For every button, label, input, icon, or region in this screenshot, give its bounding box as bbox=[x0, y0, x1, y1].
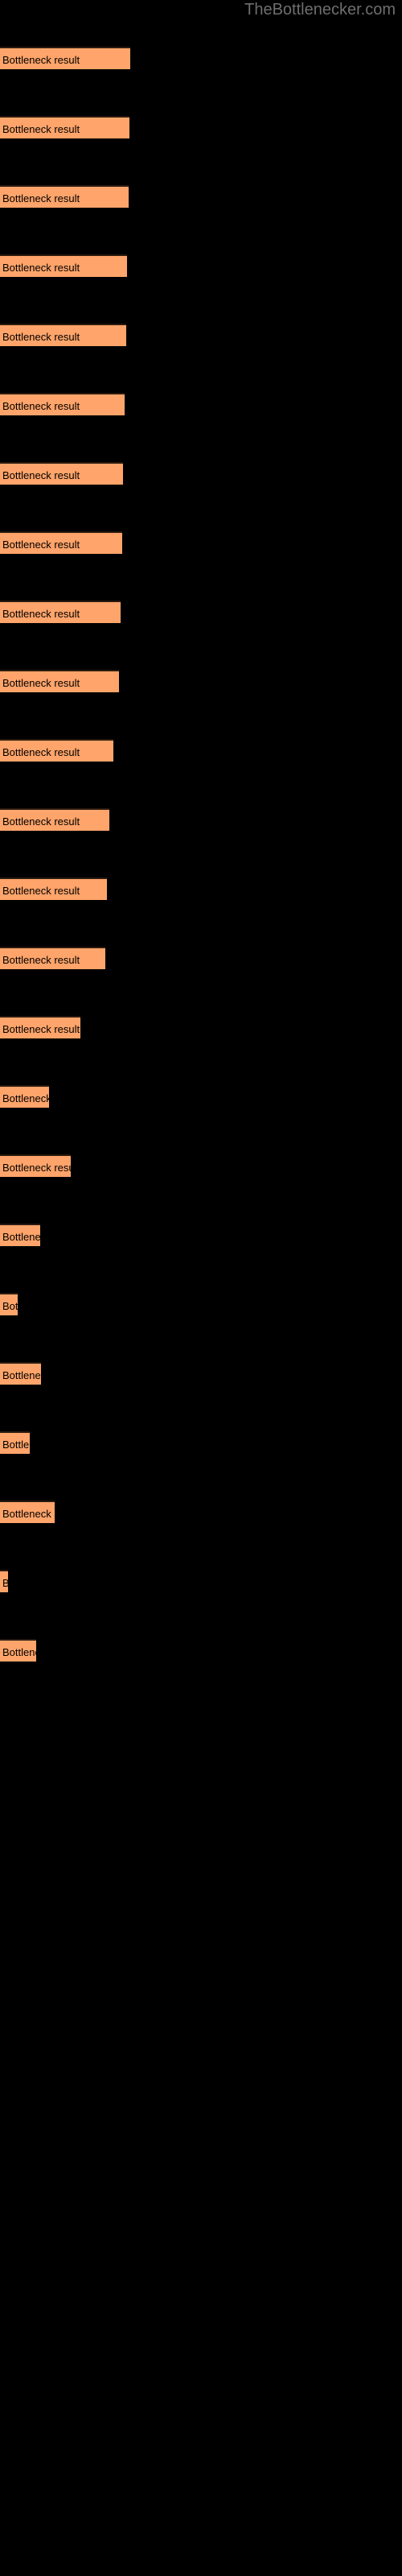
bar-clip: Bottleneck result bbox=[0, 1362, 41, 1385]
bar-row: Bottleneck result bbox=[0, 185, 402, 208]
bar-clip: Bottleneck result bbox=[0, 1501, 55, 1523]
bar-label: Bottleneck result bbox=[2, 331, 80, 343]
bar-24[interactable]: Bottleneck result bbox=[0, 1639, 36, 1662]
bottleneck-bar-chart: Bottleneck result Bottleneck result Bottle… bbox=[0, 0, 402, 2576]
bar-21[interactable]: Bottleneck result bbox=[0, 1431, 30, 1454]
bar-row: Bottleneck result bbox=[0, 1639, 402, 1662]
bar-row: Bottleneck result bbox=[0, 1362, 402, 1385]
bar-row: Bottleneck result bbox=[0, 324, 402, 346]
bar-5[interactable]: Bottleneck result bbox=[0, 324, 126, 346]
bar-clip: Bottleneck result bbox=[0, 462, 123, 485]
bar-row: Bottleneck result bbox=[0, 1154, 402, 1177]
bar-clip: Bottleneck result bbox=[0, 1293, 18, 1315]
bar-clip: Bottleneck result bbox=[0, 116, 129, 138]
bar-row: Bottleneck result bbox=[0, 531, 402, 554]
bar-label: Bottleneck result bbox=[2, 539, 80, 551]
bar-row: Bottleneck result bbox=[0, 47, 402, 69]
bar-row: Bottleneck result bbox=[0, 601, 402, 623]
bar-label: Bottleneck result bbox=[2, 1162, 71, 1174]
bar-row: Bottleneck result bbox=[0, 947, 402, 969]
bar-1[interactable]: Bottleneck result bbox=[0, 47, 130, 69]
bar-clip: Bottleneck result bbox=[0, 947, 105, 969]
bar-label: Bottleneck result bbox=[2, 400, 80, 412]
bar-row: Bottleneck result bbox=[0, 877, 402, 900]
bar-3[interactable]: Bottleneck result bbox=[0, 185, 129, 208]
bar-row: Bottleneck result bbox=[0, 1224, 402, 1246]
bar-row: Bottleneck result bbox=[0, 116, 402, 138]
bar-row: Bottleneck result bbox=[0, 462, 402, 485]
bar-clip: Bottleneck result bbox=[0, 808, 109, 831]
bar-clip: Bottleneck result bbox=[0, 1085, 49, 1108]
bar-clip: Bottleneck result bbox=[0, 1224, 40, 1246]
bar-clip: Bottleneck result bbox=[0, 185, 129, 208]
bar-clip: Bottleneck result bbox=[0, 1154, 71, 1177]
bar-clip: Bottleneck result bbox=[0, 47, 130, 69]
bar-label: Bottleneck result bbox=[2, 1369, 41, 1381]
bar-row: Bottleneck result bbox=[0, 393, 402, 415]
bar-row: Bottleneck result bbox=[0, 739, 402, 762]
bar-label: Bottleneck result bbox=[2, 192, 80, 204]
bar-clip: Bottleneck result bbox=[0, 877, 107, 900]
bar-clip: Bottleneck result bbox=[0, 324, 126, 346]
bar-label: Bottleneck result bbox=[2, 1439, 30, 1451]
bar-clip: Bottleneck result bbox=[0, 670, 119, 692]
bar-label: Bottleneck result bbox=[2, 54, 80, 66]
bar-15[interactable]: Bottleneck result bbox=[0, 1016, 80, 1038]
bar-label: Bottleneck result bbox=[2, 123, 80, 135]
bar-clip: Bottleneck result bbox=[0, 1639, 36, 1662]
bar-label: Bottleneck result bbox=[2, 1092, 49, 1104]
bar-17[interactable]: Bottleneck result bbox=[0, 1154, 71, 1177]
bar-row: Bottleneck result bbox=[0, 254, 402, 277]
bar-clip: Bottleneck result bbox=[0, 1570, 8, 1592]
bar-label: Bottleneck result bbox=[2, 746, 80, 758]
bar-label: Bottleneck result bbox=[2, 885, 80, 897]
bar-9[interactable]: Bottleneck result bbox=[0, 601, 121, 623]
bar-7[interactable]: Bottleneck result bbox=[0, 462, 123, 485]
bar-label: Bottleneck result bbox=[2, 677, 80, 689]
bar-label: Bottleneck result bbox=[2, 1300, 18, 1312]
bar-clip: Bottleneck result bbox=[0, 1016, 80, 1038]
bar-16[interactable]: Bottleneck result bbox=[0, 1085, 49, 1108]
bar-clip: Bottleneck result bbox=[0, 601, 121, 623]
bar-12[interactable]: Bottleneck result bbox=[0, 808, 109, 831]
bar-18[interactable]: Bottleneck result bbox=[0, 1224, 40, 1246]
bar-label: Bottleneck result bbox=[2, 954, 80, 966]
bar-label: Bottleneck result bbox=[2, 1231, 40, 1243]
bar-row: Bottleneck result bbox=[0, 1293, 402, 1315]
bar-row: Bottleneck result bbox=[0, 1016, 402, 1038]
bar-11[interactable]: Bottleneck result bbox=[0, 739, 113, 762]
bar-label: Bottleneck result bbox=[2, 1577, 8, 1589]
bar-clip: Bottleneck result bbox=[0, 393, 125, 415]
bar-label: Bottleneck result bbox=[2, 815, 80, 828]
bar-row: Bottleneck result bbox=[0, 1501, 402, 1523]
bar-row: Bottleneck result bbox=[0, 670, 402, 692]
bar-4[interactable]: Bottleneck result bbox=[0, 254, 127, 277]
bar-clip: Bottleneck result bbox=[0, 739, 113, 762]
bar-14[interactable]: Bottleneck result bbox=[0, 947, 105, 969]
bar-label: Bottleneck result bbox=[2, 608, 80, 620]
bar-clip: Bottleneck result bbox=[0, 254, 127, 277]
bar-label: Bottleneck result bbox=[2, 469, 80, 481]
bar-22[interactable]: Bottleneck result bbox=[0, 1501, 55, 1523]
bar-20[interactable]: Bottleneck result bbox=[0, 1362, 41, 1385]
bar-13[interactable]: Bottleneck result bbox=[0, 877, 107, 900]
bar-23[interactable]: Bottleneck result bbox=[0, 1570, 8, 1592]
bar-row: Bottleneck result bbox=[0, 1431, 402, 1454]
bar-19[interactable]: Bottleneck result bbox=[0, 1293, 18, 1315]
bar-clip: Bottleneck result bbox=[0, 531, 122, 554]
bar-6[interactable]: Bottleneck result bbox=[0, 393, 125, 415]
bar-label: Bottleneck result bbox=[2, 1023, 80, 1035]
bar-2[interactable]: Bottleneck result bbox=[0, 116, 129, 138]
bar-8[interactable]: Bottleneck result bbox=[0, 531, 122, 554]
bar-clip: Bottleneck result bbox=[0, 1431, 30, 1454]
bar-row: Bottleneck result bbox=[0, 1085, 402, 1108]
bar-label: Bottleneck result bbox=[2, 262, 80, 274]
bar-row: Bottleneck result bbox=[0, 808, 402, 831]
bar-label: Bottleneck result bbox=[2, 1646, 36, 1658]
bar-10[interactable]: Bottleneck result bbox=[0, 670, 119, 692]
bar-row: Bottleneck result bbox=[0, 1570, 402, 1592]
bar-label: Bottleneck result bbox=[2, 1508, 55, 1520]
